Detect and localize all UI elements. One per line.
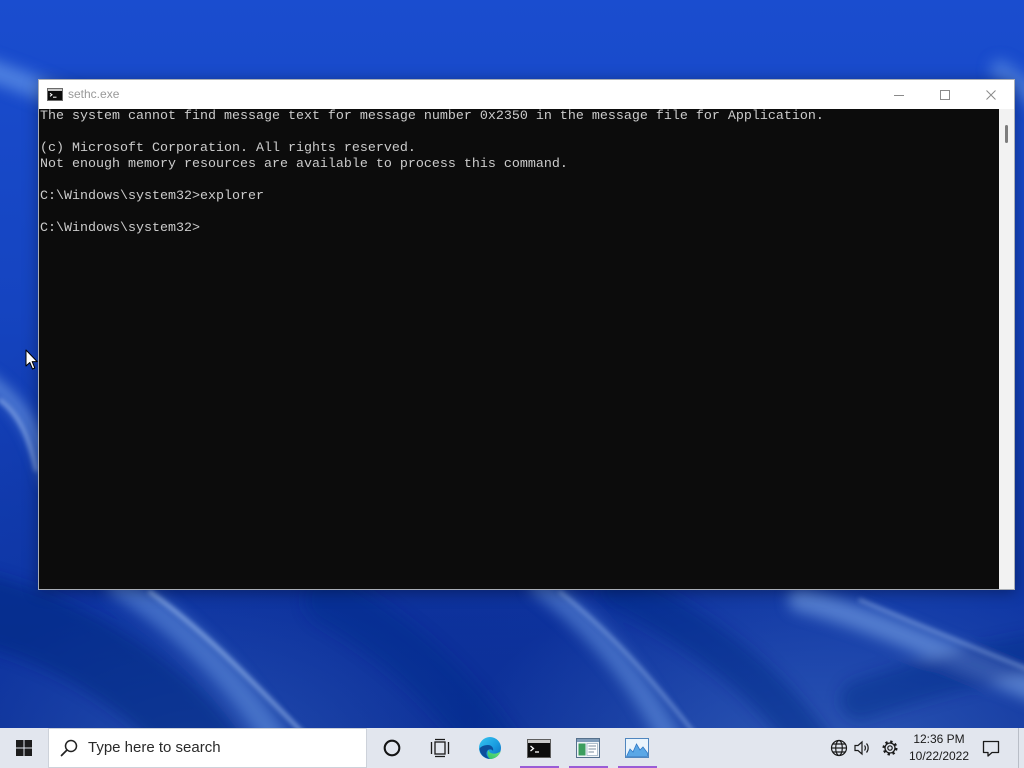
volume-button[interactable] <box>850 728 874 768</box>
console-line-prompt[interactable]: C:\Windows\system32> <box>40 221 999 237</box>
close-button[interactable] <box>968 80 1014 109</box>
windows-logo-icon <box>16 740 32 756</box>
start-button[interactable] <box>0 728 48 768</box>
search-icon <box>60 739 78 757</box>
taskbar-app-edge[interactable] <box>466 728 514 768</box>
console-window[interactable]: sethc.exe The system cannot find message… <box>38 79 1015 590</box>
taskbar-app-window[interactable] <box>564 728 612 768</box>
window-app-icon <box>576 738 600 758</box>
network-button[interactable] <box>827 728 851 768</box>
show-desktop-button[interactable] <box>1018 728 1024 768</box>
search-placeholder: Type here to search <box>88 739 221 756</box>
action-center-button[interactable] <box>970 728 1012 768</box>
title-bar[interactable]: sethc.exe <box>39 80 1014 109</box>
taskbar-app-command-prompt[interactable] <box>515 728 563 768</box>
taskbar-app-chart[interactable] <box>613 728 661 768</box>
console-line-command: C:\Windows\system32>explorer <box>40 189 264 204</box>
cmd-icon <box>47 88 63 101</box>
volume-icon <box>853 739 871 757</box>
console-line-error-message: The system cannot find message text for … <box>40 109 824 124</box>
scrollbar-thumb[interactable] <box>1005 125 1008 143</box>
cmd-icon <box>527 738 551 758</box>
minimize-button[interactable] <box>876 80 922 109</box>
cortana-button[interactable] <box>368 728 416 768</box>
edge-icon <box>478 736 502 760</box>
maximize-button[interactable] <box>922 80 968 109</box>
mouse-cursor <box>25 349 39 371</box>
vertical-scrollbar[interactable] <box>999 109 1014 589</box>
console-line-copyright: (c) Microsoft Corporation. All rights re… <box>40 141 416 156</box>
gear-icon <box>881 739 899 757</box>
window-title: sethc.exe <box>68 87 120 101</box>
task-view-button[interactable] <box>416 728 464 768</box>
console-line-memory-error: Not enough memory resources are availabl… <box>40 157 568 172</box>
clock-time: 12:36 PM <box>913 732 965 746</box>
desktop: sethc.exe The system cannot find message… <box>0 0 1024 768</box>
task-view-icon <box>429 738 451 758</box>
area-chart-app-icon <box>625 738 649 758</box>
console-output[interactable]: The system cannot find message text for … <box>39 109 999 589</box>
cortana-circle-icon <box>382 738 402 758</box>
action-center-icon <box>981 738 1001 758</box>
clock-date: 10/22/2022 <box>908 749 970 763</box>
clock[interactable]: 12:36 PM 10/22/2022 <box>904 728 974 768</box>
minimize-icon <box>894 90 904 100</box>
search-box[interactable]: Type here to search <box>48 728 367 768</box>
taskbar: Type here to search 12:36 PM 10/22/2022 <box>0 728 1024 768</box>
close-icon <box>986 89 996 100</box>
settings-tray-button[interactable] <box>878 728 902 768</box>
globe-icon <box>830 739 848 757</box>
maximize-icon <box>940 89 950 100</box>
